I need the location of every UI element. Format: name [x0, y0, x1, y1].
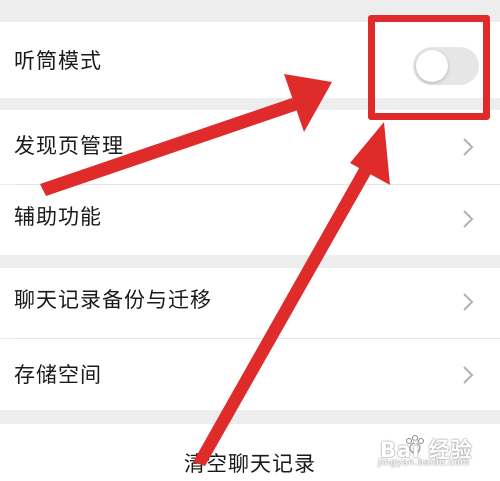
watermark-logo: Bai 经验 jingyan.baidu.com — [360, 432, 495, 474]
arrow-shaft — [193, 163, 373, 466]
highlight-box — [368, 15, 490, 120]
watermark-site: jingyan.baidu.com — [378, 458, 470, 468]
arrow-shaft — [40, 98, 298, 196]
